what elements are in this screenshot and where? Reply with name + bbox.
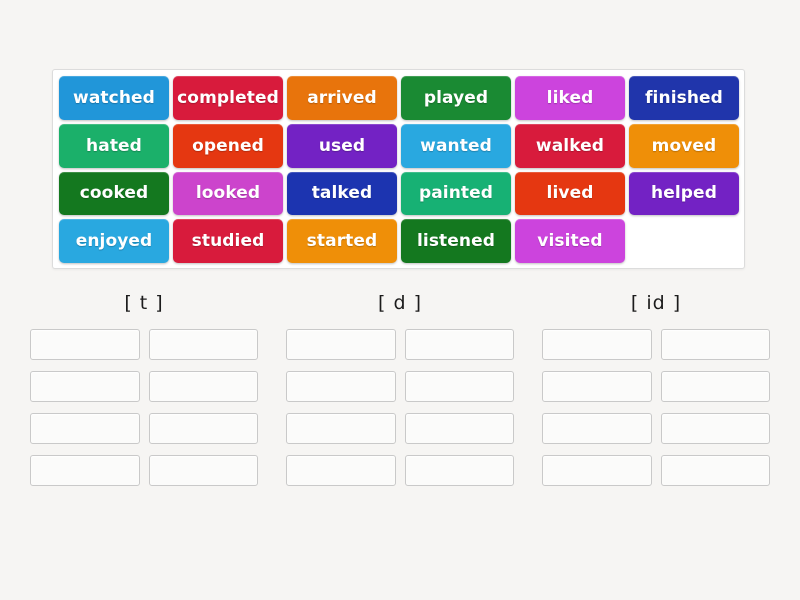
drop-slot[interactable] [30, 371, 140, 402]
word-tile[interactable]: completed [173, 76, 283, 120]
drop-slot[interactable] [542, 329, 652, 360]
drop-slot[interactable] [404, 413, 514, 444]
answer-column: [ t ] [30, 292, 258, 486]
drop-slot[interactable] [30, 455, 140, 486]
slot-grid [30, 329, 258, 486]
drop-slot[interactable] [30, 413, 140, 444]
drop-slot[interactable] [30, 329, 140, 360]
drop-slot[interactable] [404, 371, 514, 402]
drop-slot[interactable] [286, 329, 396, 360]
slot-row [30, 413, 258, 444]
word-tile[interactable]: hated [59, 123, 169, 168]
word-tile[interactable]: finished [629, 76, 739, 120]
word-tile[interactable]: cooked [59, 171, 169, 216]
word-tile[interactable]: wanted [401, 123, 511, 168]
answer-column: [ d ] [286, 292, 514, 486]
slot-row [286, 371, 514, 402]
drop-slot[interactable] [404, 329, 514, 360]
answer-area: [ t ] [ d ] [ id ] [30, 292, 770, 486]
word-tile[interactable]: visited [515, 219, 625, 263]
word-tile[interactable]: arrived [287, 76, 397, 120]
slot-row [542, 371, 770, 402]
column-heading: [ t ] [124, 292, 164, 314]
word-tile[interactable]: liked [515, 76, 625, 120]
word-tile[interactable]: lived [515, 171, 625, 216]
column-heading: [ d ] [378, 292, 422, 314]
word-tile[interactable]: used [287, 123, 397, 168]
word-tile[interactable]: started [287, 219, 397, 263]
word-tile[interactable]: looked [173, 171, 283, 216]
word-tile[interactable]: walked [515, 123, 625, 168]
slot-row [30, 455, 258, 486]
drop-slot[interactable] [148, 455, 258, 486]
slot-row [286, 413, 514, 444]
drop-slot[interactable] [542, 455, 652, 486]
drop-slot[interactable] [148, 329, 258, 360]
slot-row [30, 371, 258, 402]
word-tile[interactable]: helped [629, 171, 739, 216]
drop-slot[interactable] [148, 371, 258, 402]
word-bank-grid: watched completed arrived played liked finish… [59, 76, 739, 263]
word-tile[interactable]: opened [173, 123, 283, 168]
slot-row [542, 329, 770, 360]
drop-slot[interactable] [660, 413, 770, 444]
word-tile[interactable]: played [401, 76, 511, 120]
word-row: cooked looked talked painted lived helped [59, 171, 739, 216]
drop-slot[interactable] [148, 413, 258, 444]
slot-row [542, 413, 770, 444]
slot-row [542, 455, 770, 486]
slot-grid [286, 329, 514, 486]
drop-slot[interactable] [542, 413, 652, 444]
word-tile[interactable]: painted [401, 171, 511, 216]
drop-slot[interactable] [660, 455, 770, 486]
word-row: enjoyed studied started listened visited [59, 219, 739, 263]
drop-slot[interactable] [660, 371, 770, 402]
word-tile-empty [629, 219, 739, 263]
word-bank-panel: watched completed arrived played liked finish… [52, 69, 745, 269]
word-tile[interactable]: studied [173, 219, 283, 263]
word-row: hated opened used wanted walked moved [59, 123, 739, 168]
drop-slot[interactable] [286, 371, 396, 402]
answer-column: [ id ] [542, 292, 770, 486]
word-tile[interactable]: talked [287, 171, 397, 216]
column-heading: [ id ] [630, 292, 682, 314]
slot-row [286, 455, 514, 486]
slot-row [30, 329, 258, 360]
drop-slot[interactable] [660, 329, 770, 360]
word-tile[interactable]: watched [59, 76, 169, 120]
slot-grid [542, 329, 770, 486]
drop-slot[interactable] [404, 455, 514, 486]
drop-slot[interactable] [286, 455, 396, 486]
drop-slot[interactable] [542, 371, 652, 402]
drop-slot[interactable] [286, 413, 396, 444]
word-tile[interactable]: listened [401, 219, 511, 263]
word-tile[interactable]: moved [629, 123, 739, 168]
word-tile[interactable]: enjoyed [59, 219, 169, 263]
word-row: watched completed arrived played liked finish… [59, 76, 739, 120]
slot-row [286, 329, 514, 360]
